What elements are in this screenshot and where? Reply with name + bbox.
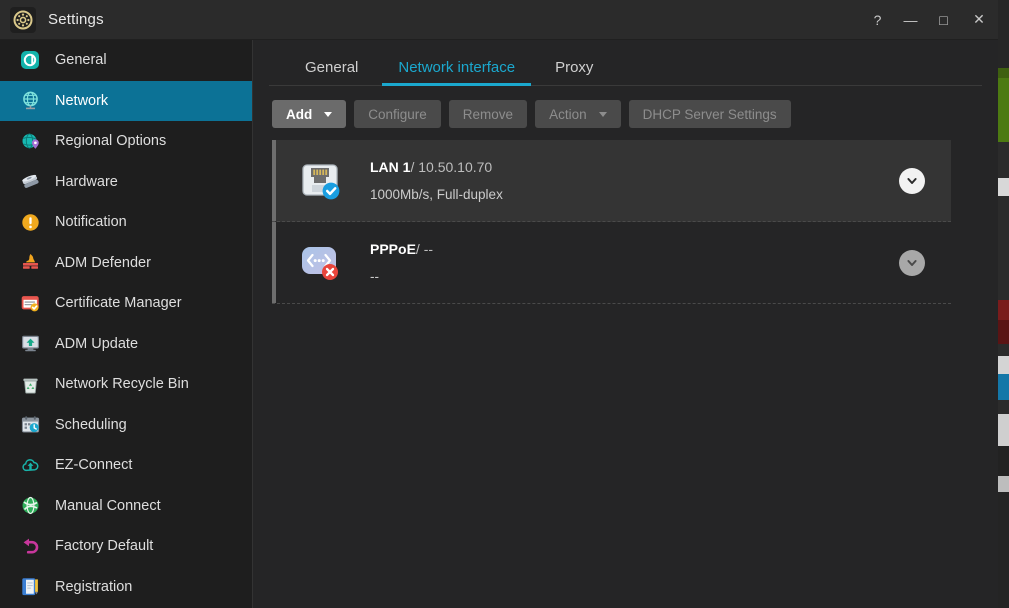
cloud-upload-icon [19,454,41,476]
sidebar-item-network[interactable]: Network [0,80,252,121]
sidebar-item-notification[interactable]: Notification [0,202,252,243]
tab-general[interactable]: General [285,59,378,85]
calendar-clock-icon [19,414,41,436]
dhcp-server-settings-button-label: DHCP Server Settings [642,106,777,122]
ethernet-port-icon [298,159,342,203]
interface-address: 10.50.10.70 [418,159,493,175]
firewall-icon [19,252,41,274]
maximize-button[interactable]: □ [927,0,960,39]
row-accent-bar [272,222,276,303]
add-button-label: Add [286,106,313,122]
pppoe-icon [298,241,342,285]
sidebar-item-label: ADM Defender [55,254,151,271]
sidebar-item-factory-default[interactable]: Factory Default [0,526,252,567]
sidebar-item-label: Network [55,92,109,109]
sidebar-item-label: Network Recycle Bin [55,376,189,393]
chevron-down-icon [598,111,607,117]
sidebar-item-label: Factory Default [55,538,154,555]
table-row[interactable]: LAN 1/ 10.50.10.70 1000Mb/s, Full-duplex [272,140,951,222]
sidebar-item-label: Scheduling [55,416,127,433]
recycle-bin-icon [19,373,41,395]
close-button[interactable]: ✕ [960,0,998,39]
sidebar-item-label: EZ-Connect [55,457,133,474]
sidebar-item-adm-defender[interactable]: ADM Defender [0,243,252,284]
tab-proxy[interactable]: Proxy [535,59,613,85]
network-interface-list: LAN 1/ 10.50.10.70 1000Mb/s, Full-duplex [272,140,951,304]
interface-info: LAN 1/ 10.50.10.70 1000Mb/s, Full-duplex [370,159,899,202]
chevron-down-icon [907,259,917,266]
interface-separator: / [410,159,415,175]
sidebar-item-registration[interactable]: Registration [0,567,252,608]
sidebar-item-label: Regional Options [55,133,167,150]
monitor-upload-icon [19,333,41,355]
asustor-logo-icon [19,49,41,71]
gear-icon [10,6,36,33]
settings-window: Settings ? — □ ✕ General Network Regiona… [0,0,998,608]
undo-arrow-icon [19,535,41,557]
interface-details: -- [370,269,379,284]
sidebar-item-adm-update[interactable]: ADM Update [0,324,252,365]
chevron-down-icon [324,111,333,117]
sidebar-item-label: ADM Update [55,335,139,352]
sidebar-item-regional-options[interactable]: Regional Options [0,121,252,162]
dhcp-server-settings-button[interactable]: DHCP Server Settings [628,100,791,128]
interface-name: LAN 1 [370,159,411,175]
window-title: Settings [48,11,104,28]
globe-icon [19,90,41,112]
desktop-background-strip [998,0,1009,608]
configure-button-label: Configure [368,106,427,122]
interface-details: 1000Mb/s, Full-duplex [370,187,503,202]
exclamation-circle-icon [19,211,41,233]
certificate-icon [19,292,41,314]
action-button[interactable]: Action [535,100,621,128]
sidebar-item-label: General [55,52,107,69]
notebook-pencil-icon [19,576,41,598]
table-row[interactable]: PPPoE/ -- -- [272,222,951,304]
sidebar-item-scheduling[interactable]: Scheduling [0,405,252,446]
configure-button[interactable]: Configure [354,100,441,128]
chevron-down-icon [907,177,917,184]
row-accent-bar [272,140,276,221]
sidebar-item-ez-connect[interactable]: EZ-Connect [0,445,252,486]
minimize-button[interactable]: — [894,0,927,39]
globe-pin-icon [19,130,41,152]
title-bar: Settings ? — □ ✕ [0,0,998,40]
remove-button[interactable]: Remove [448,100,528,128]
add-button[interactable]: Add [272,100,347,128]
sidebar-item-hardware[interactable]: Hardware [0,162,252,203]
expand-button[interactable] [899,167,925,194]
sidebar-item-label: Hardware [55,173,118,190]
sidebar-item-certificate-manager[interactable]: Certificate Manager [0,283,252,324]
window-controls: ? — □ ✕ [861,0,998,39]
interface-title: PPPoE/ -- [370,241,899,257]
sidebar-item-label: Manual Connect [55,497,161,514]
sidebar-item-general[interactable]: General [0,40,252,81]
help-button[interactable]: ? [861,0,894,39]
sidebar-navigation: General Network Regional Options Hardwar… [0,40,253,608]
sidebar-item-label: Notification [55,214,127,231]
toolbar: Add Configure Remove Action DHCP Server … [269,86,982,140]
interface-separator: / [415,241,420,257]
remove-button-label: Remove [462,106,514,122]
interface-address: -- [423,241,434,257]
interface-name: PPPoE [370,241,416,257]
interface-info: PPPoE/ -- -- [370,241,899,284]
tab-network-interface[interactable]: Network interface [378,59,535,86]
interface-title: LAN 1/ 10.50.10.70 [370,159,899,175]
expand-button[interactable] [899,249,925,276]
action-button-label: Action [549,106,587,122]
sidebar-item-manual-connect[interactable]: Manual Connect [0,486,252,527]
globe-green-icon [19,495,41,517]
tab-bar: General Network interface Proxy [269,41,982,86]
main-content: General Network interface Proxy Add Conf… [253,40,998,608]
sidebar-item-label: Certificate Manager [55,295,182,312]
hardware-stack-icon [19,171,41,193]
sidebar-item-network-recycle-bin[interactable]: Network Recycle Bin [0,364,252,405]
sidebar-item-label: Registration [55,578,133,595]
